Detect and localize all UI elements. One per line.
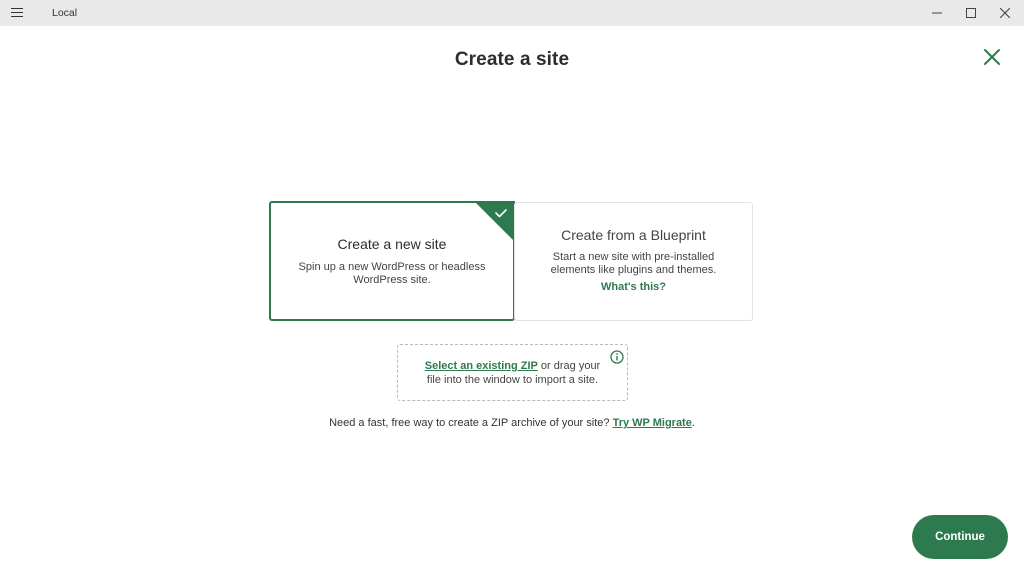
close-icon — [1000, 8, 1010, 18]
migrate-text: Need a fast, free way to create a ZIP ar… — [329, 417, 613, 429]
zip-import-dropzone[interactable]: Select an existing ZIP or drag your file… — [397, 344, 628, 401]
checkmark-icon — [474, 201, 515, 242]
app-title: Local — [52, 7, 78, 19]
select-zip-link[interactable]: Select an existing ZIP — [425, 360, 538, 372]
maximize-icon — [966, 8, 976, 18]
title-bar: Local — [0, 0, 1024, 26]
window-close-button[interactable] — [988, 0, 1022, 26]
continue-button[interactable]: Continue — [912, 515, 1008, 559]
new-site-description: Spin up a new WordPress or headless Word… — [298, 261, 486, 286]
create-from-blueprint-option[interactable]: Create from a Blueprint Start a new site… — [514, 202, 753, 321]
minimize-button[interactable] — [920, 0, 954, 26]
close-x-icon — [984, 49, 1000, 65]
page-title: Create a site — [454, 49, 570, 70]
maximize-button[interactable] — [954, 0, 988, 26]
hamburger-icon[interactable] — [11, 8, 23, 18]
migrate-note: Need a fast, free way to create a ZIP ar… — [0, 417, 1024, 429]
minimize-icon — [932, 12, 942, 14]
info-icon[interactable] — [610, 350, 624, 364]
try-wp-migrate-link[interactable]: Try WP Migrate — [613, 417, 692, 429]
migrate-suffix: . — [691, 417, 695, 429]
dialog-close-button[interactable] — [982, 47, 1002, 67]
blueprint-description: Start a new site with pre-installed elem… — [550, 251, 717, 276]
create-new-site-option[interactable]: Create a new site Spin up a new WordPres… — [269, 201, 515, 321]
whats-this-link[interactable]: What's this? — [601, 281, 666, 293]
blueprint-title: Create from a Blueprint — [561, 227, 706, 243]
